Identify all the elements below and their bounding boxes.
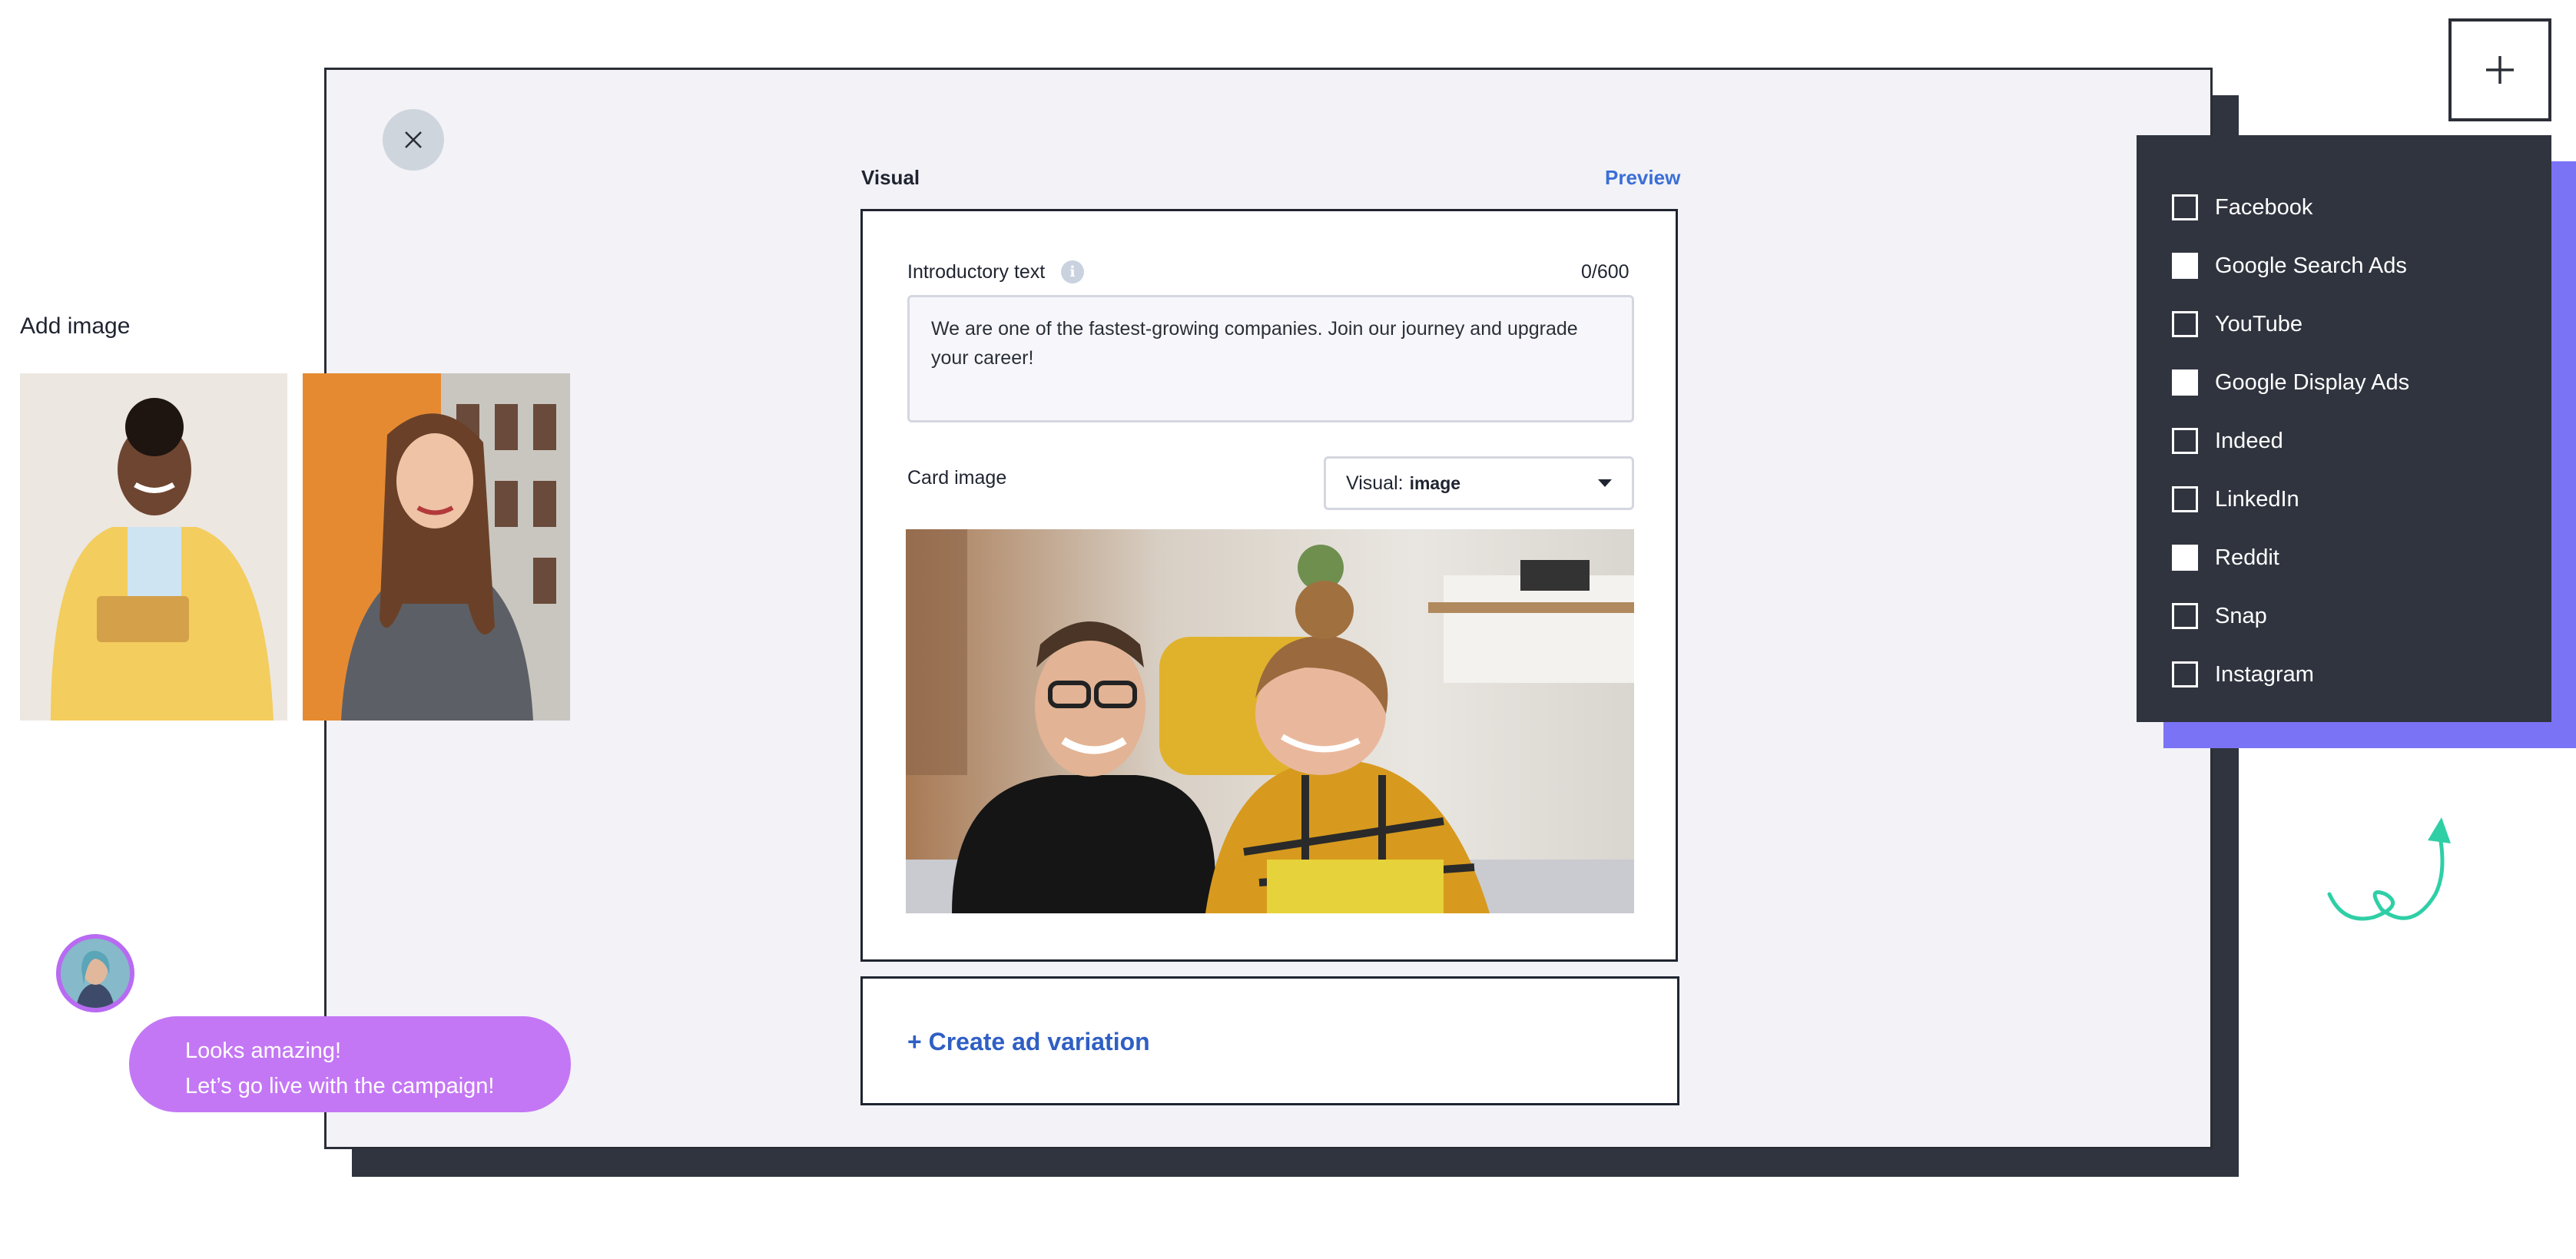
channel-item-youtube[interactable]: YouTube [2137, 295, 2551, 353]
card-image [906, 529, 1634, 913]
dropdown-value: image [1409, 472, 1461, 493]
channel-label: Facebook [2215, 194, 2313, 220]
card-image-label: Card image [907, 467, 1007, 489]
visual-type-dropdown[interactable]: Visual: image [1324, 456, 1634, 510]
checkbox[interactable] [2172, 311, 2198, 337]
channel-item-google-display-ads[interactable]: Google Display Ads [2137, 353, 2551, 412]
close-button[interactable] [383, 109, 444, 171]
channel-item-instagram[interactable]: Instagram [2137, 645, 2551, 704]
create-ad-variation-button[interactable]: + Create ad variation [907, 1028, 1150, 1056]
avatar [56, 934, 134, 1012]
channel-item-facebook[interactable]: Facebook [2137, 178, 2551, 237]
channel-item-google-search-ads[interactable]: Google Search Ads [2137, 237, 2551, 295]
add-image-label: Add image [20, 313, 131, 339]
caret-down-icon [1598, 479, 1612, 487]
checkbox[interactable] [2172, 661, 2198, 687]
close-icon [405, 131, 422, 148]
channel-item-reddit[interactable]: Reddit [2137, 528, 2551, 587]
visual-section-title: Visual [861, 166, 920, 189]
swirl-arrow-icon [2327, 817, 2451, 921]
channel-label: Indeed [2215, 428, 2283, 453]
checkbox[interactable] [2172, 369, 2198, 396]
plus-icon [2486, 56, 2514, 84]
checkbox[interactable] [2172, 545, 2198, 571]
preview-link[interactable]: Preview [1605, 166, 1680, 190]
channel-label: Google Search Ads [2215, 253, 2407, 278]
character-counter: 0/600 [1581, 261, 1629, 283]
checkbox[interactable] [2172, 603, 2198, 629]
channel-label: LinkedIn [2215, 486, 2299, 512]
chat-line-1: Looks amazing! [185, 1039, 342, 1063]
chat-message: Looks amazing! Let’s go live with the ca… [129, 1016, 571, 1112]
channel-selector: Facebook Google Search Ads YouTube Googl… [2137, 135, 2551, 722]
channel-label: Google Display Ads [2215, 369, 2410, 395]
checkbox[interactable] [2172, 486, 2198, 512]
dropdown-prefix: Visual: [1346, 472, 1404, 494]
checkbox[interactable] [2172, 253, 2198, 279]
image-option-2[interactable] [303, 373, 570, 721]
channel-label: Reddit [2215, 545, 2279, 570]
checkbox[interactable] [2172, 428, 2198, 454]
channel-item-linkedin[interactable]: LinkedIn [2137, 470, 2551, 528]
intro-text-label: Introductory text [907, 261, 1046, 283]
info-icon[interactable]: i [1061, 260, 1084, 283]
add-button[interactable] [2448, 18, 2551, 121]
chat-line-2: Let’s go live with the campaign! [185, 1074, 495, 1098]
channel-item-indeed[interactable]: Indeed [2137, 412, 2551, 470]
channel-item-snap[interactable]: Snap [2137, 587, 2551, 645]
image-option-1[interactable] [20, 373, 287, 721]
checkbox[interactable] [2172, 194, 2198, 220]
channel-label: YouTube [2215, 311, 2302, 336]
channel-label: Snap [2215, 603, 2267, 628]
channel-label: Instagram [2215, 661, 2314, 687]
intro-text-input[interactable]: We are one of the fastest-growing compan… [907, 295, 1634, 422]
